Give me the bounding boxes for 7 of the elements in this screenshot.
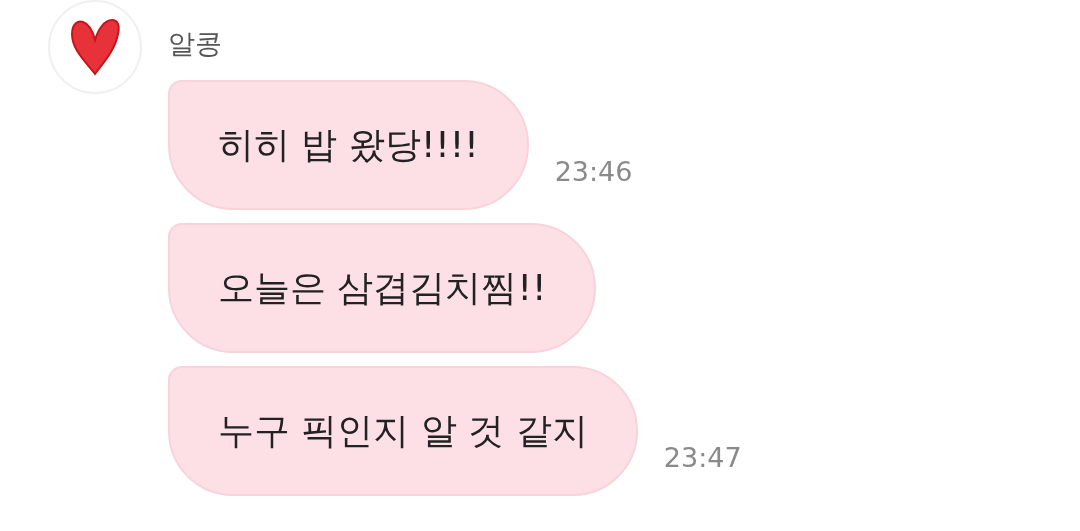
sender-name: 알콩: [168, 30, 223, 57]
timestamp: 23:46: [554, 154, 633, 189]
timestamp: 23:47: [663, 440, 742, 475]
message-bubble: 오늘은 삼겹김치찜!!: [168, 223, 597, 353]
message-bubble: 누구 픽인지 알 것 같지: [168, 366, 638, 496]
message-bubble: 히히 밥 왔당!!!!: [168, 80, 529, 210]
heart-icon: [68, 18, 122, 76]
